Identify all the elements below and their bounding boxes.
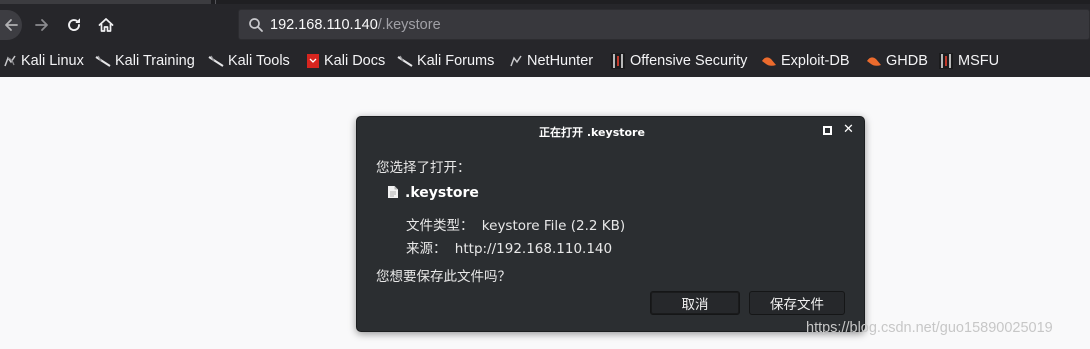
bookmark-ghdb[interactable]: GHDB: [866, 49, 928, 73]
close-icon[interactable]: ✕: [843, 122, 854, 137]
nethunter-icon: [510, 55, 522, 67]
maximize-icon[interactable]: [823, 126, 832, 135]
url-path: /.keystore: [377, 17, 441, 33]
file-type-label: 文件类型：: [406, 218, 474, 234]
bookmark-label: NetHunter: [527, 53, 594, 69]
forward-arrow-icon: [35, 19, 48, 31]
bookmark-offensive-security[interactable]: Offensive Security: [610, 49, 747, 73]
bookmark-label: Kali Forums: [417, 53, 495, 69]
bookmark-kali-training[interactable]: Kali Training: [95, 49, 195, 73]
file-icon: [388, 186, 398, 198]
file-source-value: http://192.168.110.140: [454, 241, 613, 257]
download-dialog: 正在打开 .keystore ✕ 您选择了打开： .keystore 文件类型：…: [356, 116, 865, 332]
kali-dragon-icon: [95, 55, 111, 67]
exploit-db-icon: [762, 57, 776, 66]
tab-indicator: [215, 0, 216, 4]
kali-dragon-icon: [397, 55, 413, 67]
back-arrow-icon: [5, 19, 18, 31]
save-question: 您想要保存此文件吗？: [376, 269, 511, 285]
bookmark-label: Kali Tools: [228, 53, 290, 69]
offsec-icon: [939, 53, 953, 69]
bookmark-kali-docs[interactable]: Kali Docs: [306, 49, 385, 73]
save-file-button[interactable]: 保存文件: [749, 291, 845, 315]
bookmark-label: Offensive Security: [630, 53, 748, 69]
file-type-row: 文件类型： keystore File (2.2 KB): [406, 214, 625, 234]
bookmark-kali-tools[interactable]: Kali Tools: [208, 49, 290, 73]
bookmark-label: Kali Linux: [21, 53, 84, 69]
reload-button[interactable]: [62, 10, 86, 40]
watermark: https://blog.csdn.net/guo15890025019: [806, 320, 1053, 336]
bookmark-label: Kali Training: [115, 53, 195, 69]
bookmark-nethunter[interactable]: NetHunter: [509, 49, 593, 73]
url-host: 192.168.110.140: [270, 17, 378, 33]
bookmark-label: MSFU: [958, 53, 1000, 69]
chosen-label: 您选择了打开：: [376, 160, 471, 176]
file-source-row: 来源： http://192.168.110.140: [406, 237, 612, 257]
bookmark-exploit-db[interactable]: Exploit-DB: [761, 49, 850, 73]
search-icon: [249, 18, 263, 32]
home-icon: [98, 18, 114, 32]
file-name: .keystore: [405, 185, 479, 201]
url-bar[interactable]: 192.168.110.140/.keystore: [238, 9, 1090, 40]
reload-icon: [68, 18, 80, 31]
dialog-title: 正在打开 .keystore: [539, 126, 645, 139]
dialog-titlebar[interactable]: 正在打开 .keystore ✕: [357, 117, 864, 144]
file-type-value: keystore File (2.2 KB): [481, 218, 626, 234]
bookmark-kali-linux[interactable]: Kali Linux: [3, 49, 84, 73]
cancel-button[interactable]: 取消: [650, 291, 740, 315]
offsec-icon: [611, 53, 625, 69]
bookmark-msfu[interactable]: MSFU: [938, 49, 999, 73]
bookmark-label: Kali Docs: [324, 53, 386, 69]
tab-indicator: [0, 0, 211, 4]
ghdb-icon: [867, 57, 881, 66]
kali-dragon-icon: [4, 55, 16, 67]
home-button[interactable]: [94, 10, 118, 40]
kali-dragon-icon: [208, 55, 224, 67]
bookmark-label: GHDB: [886, 53, 928, 69]
back-button[interactable]: [0, 10, 22, 40]
bookmarks-toolbar: Kali Linux Kali Training Kali Tools Kali…: [0, 49, 1090, 73]
forward-button[interactable]: [30, 10, 54, 40]
file-source-label: 来源：: [406, 241, 447, 257]
browser-toolbar: 192.168.110.140/.keystore Kali Linux Kal…: [0, 0, 1090, 77]
kali-docs-icon: [307, 54, 319, 68]
bookmark-kali-forums[interactable]: Kali Forums: [397, 49, 494, 73]
bookmark-label: Exploit-DB: [781, 53, 850, 69]
url-text[interactable]: 192.168.110.140/.keystore: [270, 17, 441, 33]
